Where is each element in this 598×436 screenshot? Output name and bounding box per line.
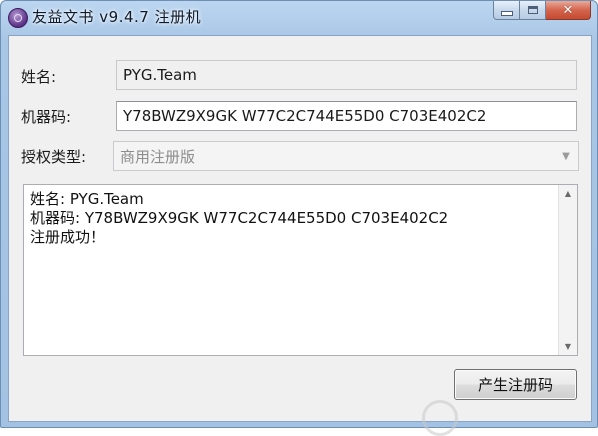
license-type-label: 授权类型: xyxy=(21,148,87,166)
output-line: 注册成功！ xyxy=(30,228,106,246)
name-label: 姓名: xyxy=(21,68,57,86)
license-type-select[interactable]: 商用注册版 ▼ xyxy=(113,141,579,171)
output-textarea[interactable]: 姓名: PYG.Team 机器码: Y78BWZ9X9GK W77C2C744E… xyxy=(23,184,578,356)
window-controls: ✕ xyxy=(493,1,591,21)
app-window: 友益文书 v9.4.7 注册机 ✕ 姓名: PYG.Team 机器码: Y78B… xyxy=(0,0,598,436)
scroll-up-icon[interactable]: ▲ xyxy=(559,185,577,202)
machine-code-field[interactable]: Y78BWZ9X9GK W77C2C744E55D0 C703E402C2 xyxy=(116,101,577,131)
output-text: 姓名: PYG.Team 机器码: Y78BWZ9X9GK W77C2C744E… xyxy=(30,190,555,247)
close-button[interactable]: ✕ xyxy=(546,1,591,20)
license-type-value: 商用注册版 xyxy=(120,147,196,166)
maximize-button[interactable] xyxy=(520,1,546,20)
watermark-logo xyxy=(422,400,458,436)
app-logo-icon xyxy=(8,8,28,28)
machine-code-label: 机器码: xyxy=(21,108,72,126)
output-line: 机器码: Y78BWZ9X9GK W77C2C744E55D0 C703E402… xyxy=(30,209,449,227)
chevron-down-icon[interactable]: ▼ xyxy=(554,142,578,170)
window-title: 友益文书 v9.4.7 注册机 xyxy=(32,8,202,26)
close-icon: ✕ xyxy=(562,2,574,18)
minimize-icon xyxy=(500,10,513,16)
output-line: 姓名: PYG.Team xyxy=(30,190,144,208)
vertical-scrollbar[interactable]: ▲ ▼ xyxy=(558,185,577,355)
generate-code-button[interactable]: 产生注册码 xyxy=(454,369,577,400)
title-bar[interactable]: 友益文书 v9.4.7 注册机 ✕ xyxy=(1,1,597,35)
maximize-icon xyxy=(527,6,538,14)
name-field[interactable]: PYG.Team xyxy=(116,60,577,90)
scroll-down-icon[interactable]: ▼ xyxy=(559,338,577,355)
minimize-button[interactable] xyxy=(493,1,520,20)
dialog-body: 姓名: PYG.Team 机器码: Y78BWZ9X9GK W77C2C744E… xyxy=(8,35,592,436)
